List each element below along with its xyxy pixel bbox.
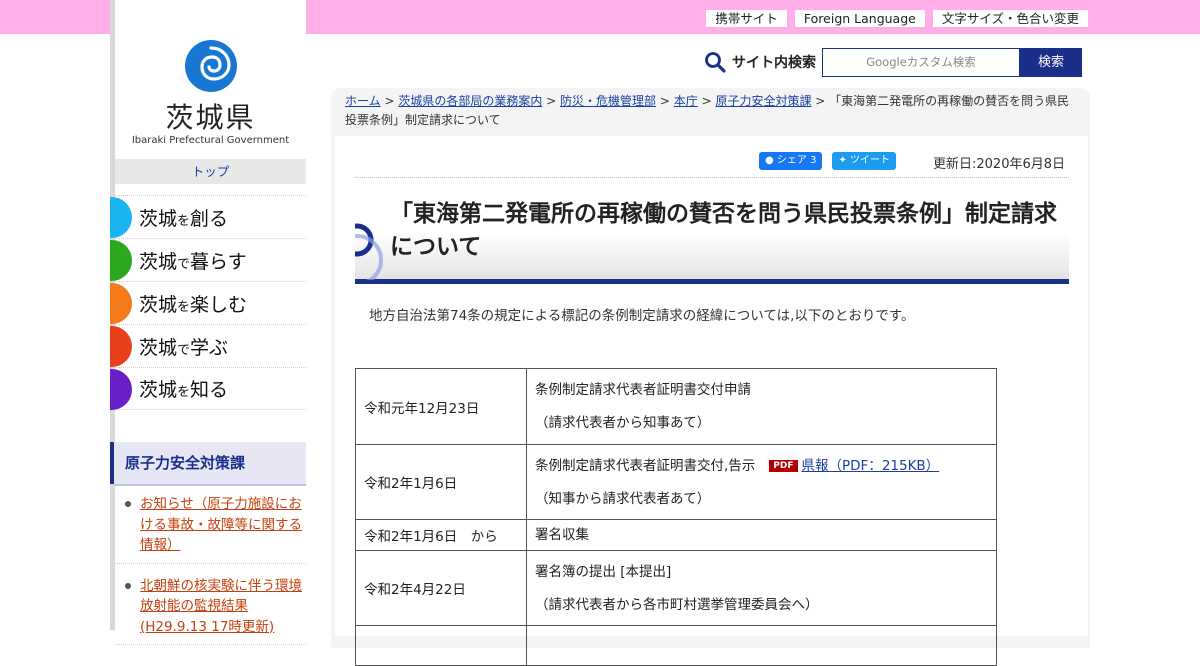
notice-link[interactable]: お知らせ（原子力施設における事故・故障等に関する情報） bbox=[140, 496, 302, 553]
menu-color-marker bbox=[110, 197, 132, 238]
date-cell: 令和元年12月23日 bbox=[355, 368, 527, 445]
date-cell: 令和2年4月22日 bbox=[355, 550, 527, 626]
event-note: （請求代表者から知事あて） bbox=[535, 415, 711, 431]
event-cell: 署名収集 bbox=[526, 519, 997, 551]
menu-label: 茨城で暮らす bbox=[139, 250, 247, 273]
twitter-tweet-button[interactable]: ✦ ツイート bbox=[832, 152, 897, 170]
table-row bbox=[355, 625, 997, 666]
date-cell: 令和2年1月6日 から bbox=[355, 519, 527, 551]
facebook-share-button[interactable]: ● シェア 3 bbox=[759, 152, 823, 170]
list-item: 北朝鮮の核実験に伴う環境放射能の監視結果(H29.9.13 17時更新) bbox=[115, 572, 306, 645]
page-title: 「東海第二発電所の再稼働の賛否を問う県民投票条例」制定請求について bbox=[390, 201, 1057, 260]
site-search: サイト内検索 Googleカスタム検索 検索 bbox=[704, 47, 1082, 77]
event-text: 署名簿の提出 [本提出] bbox=[535, 563, 672, 580]
updated-date: 更新日:2020年6月8日 bbox=[933, 157, 1066, 172]
event-note: （請求代表者から各市町村選挙管理委員会へ） bbox=[535, 596, 819, 613]
section-links: お知らせ（原子力施設における事故・故障等に関する情報） 北朝鮮の核実験に伴う環境… bbox=[115, 490, 306, 653]
font-size-color-link[interactable]: 文字サイズ・色合い変更 bbox=[932, 10, 1088, 27]
event-text: 条例制定請求代表者証明書交付,告示 PDF 県報（PDF：215KB） bbox=[535, 457, 940, 474]
menu-color-marker bbox=[110, 283, 132, 324]
breadcrumb-home[interactable]: ホーム bbox=[345, 94, 381, 108]
event-cell bbox=[526, 625, 997, 666]
breadcrumb: ホーム > 茨城県の各部局の業務案内 > 防災・危機管理部 > 本庁 > 原子力… bbox=[345, 94, 1070, 127]
twitter-icon: ✦ bbox=[838, 155, 847, 166]
table-row: 令和2年4月22日 署名簿の提出 [本提出] （請求代表者から各市町村選挙管理委… bbox=[355, 550, 997, 626]
menu-color-marker bbox=[110, 369, 132, 410]
date-cell bbox=[355, 625, 527, 666]
search-icon bbox=[705, 52, 726, 73]
menu-label: 茨城を知る bbox=[139, 379, 229, 401]
table-row: 令和2年1月6日 から 署名収集 bbox=[355, 519, 997, 551]
ibaraki-logo-icon bbox=[185, 40, 237, 92]
sidebar-top-link[interactable]: トップ bbox=[115, 159, 306, 184]
intro-text: 地方自治法第74条の規定による標記の条例制定請求の経緯については,以下のとおりで… bbox=[369, 308, 915, 324]
divider bbox=[355, 177, 1069, 178]
event-cell: 条例制定請求代表者証明書交付申請 （請求代表者から知事あて） bbox=[526, 368, 997, 445]
event-text: 署名収集 bbox=[535, 527, 589, 543]
search-input[interactable]: Googleカスタム検索 bbox=[822, 47, 1020, 77]
foreign-language-link[interactable]: Foreign Language bbox=[794, 10, 925, 27]
pdf-link[interactable]: 県報（PDF：215KB） bbox=[802, 458, 940, 474]
menu-color-marker bbox=[110, 240, 132, 281]
site-logo[interactable]: 茨城県 Ibaraki Prefectural Government bbox=[115, 0, 306, 158]
breadcrumb-disaster-dept[interactable]: 防災・危機管理部 bbox=[560, 94, 656, 108]
main-menu: 茨城を創る 茨城で暮らす 茨城を楽しむ 茨城で学ぶ 茨城を知る bbox=[110, 195, 306, 410]
date-cell: 令和2年1月6日 bbox=[355, 444, 527, 520]
breadcrumb-departments[interactable]: 茨城県の各部局の業務案内 bbox=[398, 94, 542, 108]
menu-item-know[interactable]: 茨城を知る bbox=[110, 367, 306, 410]
section-rule bbox=[115, 484, 306, 486]
event-cell: 条例制定請求代表者証明書交付,告示 PDF 県報（PDF：215KB） （知事から請… bbox=[526, 444, 997, 520]
menu-item-create[interactable]: 茨城を創る bbox=[110, 195, 306, 238]
monitoring-link[interactable]: 北朝鮮の核実験に伴う環境放射能の監視結果(H29.9.13 17時更新) bbox=[140, 578, 302, 635]
share-buttons: ● シェア 3 ✦ ツイート bbox=[759, 152, 897, 170]
event-text: 条例制定請求代表者証明書交付申請 bbox=[535, 382, 751, 398]
event-note: （知事から請求代表者あて） bbox=[535, 490, 711, 507]
logo-name-jp: 茨城県 bbox=[165, 101, 256, 134]
utility-links: 携帯サイト Foreign Language 文字サイズ・色合い変更 bbox=[706, 10, 1088, 27]
search-label: サイト内検索 bbox=[732, 55, 816, 71]
menu-item-learn[interactable]: 茨城で学ぶ bbox=[110, 324, 306, 367]
mobile-site-link[interactable]: 携帯サイト bbox=[706, 10, 787, 27]
logo-name-en: Ibaraki Prefectural Government bbox=[131, 135, 290, 146]
menu-label: 茨城を楽しむ bbox=[139, 293, 248, 316]
table-row: 令和元年12月23日 条例制定請求代表者証明書交付申請 （請求代表者から知事あて… bbox=[355, 368, 997, 445]
title-decoration-icon bbox=[355, 223, 383, 280]
event-cell: 署名簿の提出 [本提出] （請求代表者から各市町村選挙管理委員会へ） bbox=[526, 550, 997, 626]
search-button[interactable]: 検索 bbox=[1020, 47, 1082, 77]
sidebar: 茨城県 Ibaraki Prefectural Government トップ 茨… bbox=[110, 0, 306, 645]
menu-item-live[interactable]: 茨城で暮らす bbox=[110, 238, 306, 281]
breadcrumb-nuclear-division[interactable]: 原子力安全対策課 bbox=[715, 94, 811, 108]
table-row: 令和2年1月6日 条例制定請求代表者証明書交付,告示 PDF 県報（PDF：215K… bbox=[355, 444, 997, 520]
menu-item-enjoy[interactable]: 茨城を楽しむ bbox=[110, 281, 306, 324]
pdf-icon: PDF bbox=[769, 459, 798, 472]
menu-color-marker bbox=[110, 326, 132, 367]
facebook-icon: ● bbox=[765, 155, 774, 166]
timeline-table: 令和元年12月23日 条例制定請求代表者証明書交付申請 （請求代表者から知事あて… bbox=[355, 368, 997, 666]
menu-label: 茨城で学ぶ bbox=[139, 336, 229, 359]
breadcrumb-honcho[interactable]: 本庁 bbox=[674, 94, 698, 108]
section-title[interactable]: 原子力安全対策課 bbox=[110, 442, 306, 484]
menu-label: 茨城を創る bbox=[139, 207, 229, 230]
list-item: お知らせ（原子力施設における事故・故障等に関する情報） bbox=[115, 490, 306, 564]
